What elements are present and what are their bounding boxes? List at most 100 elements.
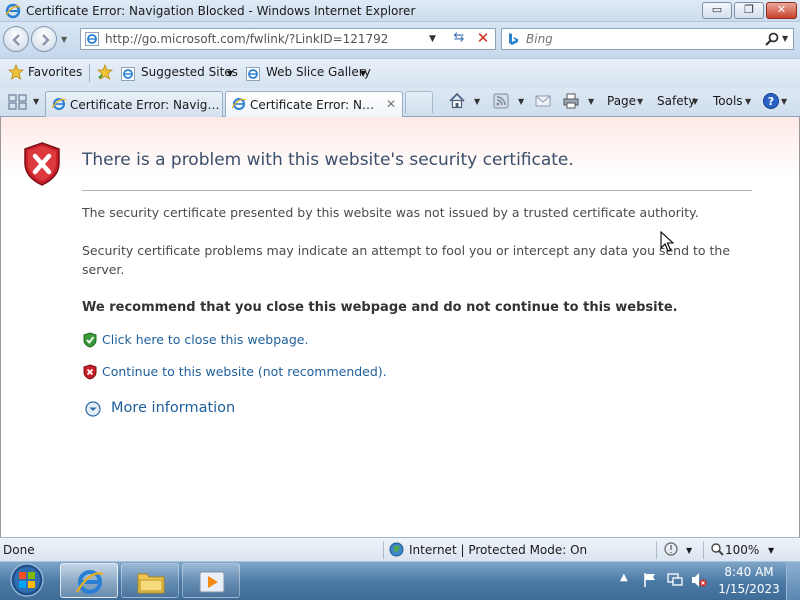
volume-muted-icon[interactable] [691, 572, 707, 588]
show-hidden-icons-icon[interactable]: ▲ [620, 572, 636, 588]
web-slice-gallery-icon [246, 67, 260, 81]
action-center-flag-icon[interactable] [642, 572, 658, 588]
page-menu[interactable]: Page [607, 94, 636, 108]
zoom-dropdown-icon[interactable]: ▼ [768, 546, 774, 555]
taskbar-internet-explorer[interactable] [60, 563, 118, 598]
url-text[interactable]: http://go.microsoft.com/fwlink/?LinkID=1… [105, 32, 388, 46]
safety-menu-dropdown-icon[interactable]: ▼ [692, 97, 698, 106]
close-tab-icon[interactable]: ✕ [386, 97, 396, 111]
red-shield-x-icon [24, 142, 60, 186]
page-title: There is a problem with this website's s… [82, 150, 574, 170]
status-divider [656, 541, 657, 559]
green-shield-check-icon [83, 332, 97, 348]
forward-arrow-icon [42, 34, 50, 46]
start-button[interactable] [4, 562, 50, 598]
search-options-dropdown-icon[interactable]: ▼ [782, 34, 788, 43]
more-information-link[interactable]: More information [111, 400, 235, 416]
page-menu-dropdown-icon[interactable]: ▼ [637, 97, 643, 106]
search-icon[interactable] [764, 31, 780, 47]
tab-certificate-error-2[interactable]: Certificate Error: Navig... ✕ [225, 91, 403, 117]
bing-logo-icon [509, 33, 518, 45]
taskbar-windows-explorer[interactable] [121, 563, 179, 598]
red-shield-x-small-icon [83, 364, 97, 380]
tab-certificate-error-1[interactable]: Certificate Error: Navigatio... [45, 91, 223, 117]
mouse-pointer-icon [660, 231, 674, 252]
popup-blocker-icon[interactable] [663, 541, 679, 557]
status-divider [383, 541, 384, 559]
favorites-button[interactable]: Favorites [28, 65, 82, 79]
show-desktop-button[interactable] [786, 562, 800, 600]
quick-tabs-icon[interactable] [6, 92, 30, 112]
status-bar: Done Internet | Protected Mode: On ▼ 100… [0, 537, 800, 561]
zoom-level[interactable]: 100% [725, 543, 759, 557]
web-slice-gallery-dropdown-icon[interactable]: ▼ [360, 69, 366, 78]
search-box[interactable]: ▼ [501, 28, 794, 50]
close-webpage-link[interactable]: Click here to close this webpage. [102, 332, 308, 347]
stop-icon[interactable]: ✕ [473, 29, 493, 48]
back-button[interactable] [3, 26, 29, 52]
clock-time[interactable]: 8:40 AM [718, 565, 780, 579]
continue-to-website-link[interactable]: Continue to this website (not recommende… [102, 364, 387, 379]
tab-list-dropdown-icon[interactable]: ▼ [33, 97, 39, 106]
home-dropdown-icon[interactable]: ▼ [474, 97, 480, 106]
compatibility-refresh-icon[interactable]: ⇆ [449, 30, 469, 48]
url-dropdown-icon[interactable]: ▼ [429, 34, 436, 44]
page-ie-icon [85, 32, 99, 46]
minimize-button[interactable]: ▭ [702, 2, 732, 19]
tools-menu[interactable]: Tools [713, 94, 743, 108]
error-description: The security certificate presented by th… [82, 205, 699, 220]
popup-blocker-dropdown-icon[interactable]: ▼ [686, 546, 692, 555]
favorites-bar: Favorites Suggested Sites ▼ Web Slice Ga… [0, 58, 800, 88]
feeds-dropdown-icon[interactable]: ▼ [518, 97, 524, 106]
suggested-sites-icon [121, 67, 135, 81]
add-to-favorites-bar-icon[interactable] [96, 64, 114, 82]
title-bar: Certificate Error: Navigation Blocked - … [0, 0, 800, 22]
home-icon[interactable] [448, 92, 466, 110]
new-tab-button[interactable] [405, 91, 433, 113]
network-icon[interactable] [667, 572, 683, 588]
suggested-sites-link[interactable]: Suggested Sites [141, 65, 238, 79]
tools-menu-dropdown-icon[interactable]: ▼ [745, 97, 751, 106]
recent-pages-dropdown-icon[interactable]: ▼ [61, 35, 67, 44]
expand-chevron-icon[interactable] [85, 401, 101, 417]
tab-row: ▼ Certificate Error: Navigatio... Certif… [0, 88, 800, 117]
safety-menu[interactable]: Safety [657, 94, 695, 108]
svg-text:?: ? [768, 95, 774, 108]
ie-page-icon [232, 98, 246, 110]
back-arrow-icon [12, 34, 20, 46]
print-icon[interactable] [562, 92, 580, 110]
internet-zone-globe-icon [389, 542, 404, 557]
search-input[interactable] [526, 31, 726, 47]
forward-button[interactable] [31, 26, 57, 52]
help-icon[interactable]: ? [762, 92, 780, 110]
navigation-bar: ▼ http://go.microsoft.com/fwlink/?LinkID… [0, 22, 800, 58]
clock-date[interactable]: 1/15/2023 [718, 582, 780, 596]
tab-label: Certificate Error: Navig... [250, 98, 380, 112]
tab-label: Certificate Error: Navigatio... [70, 98, 220, 112]
feeds-icon[interactable] [492, 92, 510, 110]
window-title: Certificate Error: Navigation Blocked - … [26, 4, 416, 18]
address-bar[interactable]: http://go.microsoft.com/fwlink/?LinkID=1… [80, 28, 496, 50]
maximize-button[interactable]: ❐ [734, 2, 764, 19]
web-slice-gallery-link[interactable]: Web Slice Gallery [266, 65, 371, 79]
ie-page-icon [52, 98, 66, 110]
close-window-button[interactable]: ✕ [766, 2, 797, 19]
error-explanation: Security certificate problems may indica… [82, 243, 731, 277]
security-zone-text[interactable]: Internet | Protected Mode: On [409, 543, 587, 557]
zoom-magnifier-icon[interactable] [710, 542, 724, 556]
recommendation-text: We recommend that you close this webpage… [82, 300, 678, 315]
print-dropdown-icon[interactable]: ▼ [588, 97, 594, 106]
ie-taskbar-icon [76, 570, 104, 594]
folder-taskbar-icon [137, 573, 165, 594]
suggested-sites-dropdown-icon[interactable]: ▼ [227, 69, 233, 78]
media-player-taskbar-icon [199, 571, 225, 593]
status-divider [703, 541, 704, 559]
favorites-star-icon [8, 64, 24, 80]
taskbar-media-player[interactable] [182, 563, 240, 598]
read-mail-icon[interactable] [534, 92, 552, 110]
page-content: There is a problem with this website's s… [0, 117, 800, 537]
status-text: Done [3, 543, 35, 557]
help-dropdown-icon[interactable]: ▼ [781, 97, 787, 106]
ie-logo-icon [5, 3, 21, 19]
title-divider [82, 190, 752, 191]
